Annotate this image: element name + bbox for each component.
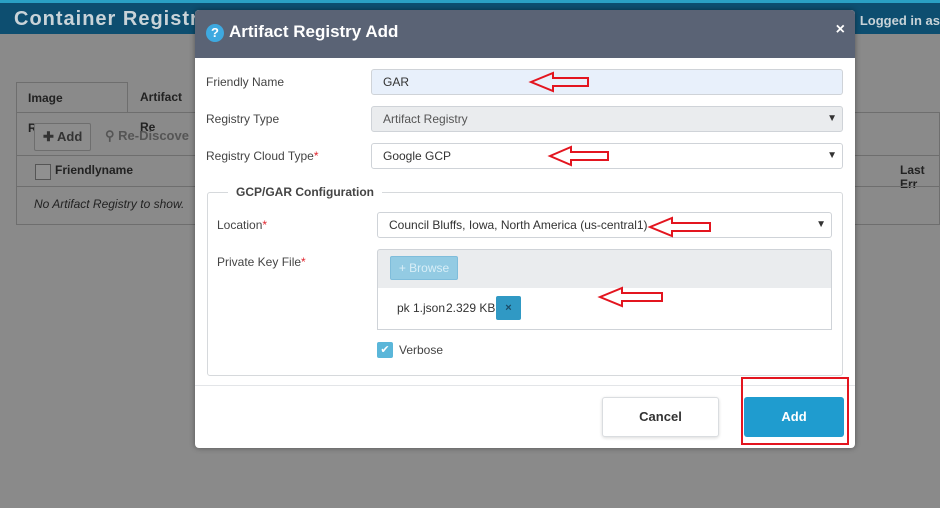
required-marker: *	[313, 149, 319, 163]
private-key-file-label-text: Private Key File	[217, 255, 302, 269]
chevron-down-icon: ▼	[827, 113, 837, 124]
add-registry-button[interactable]: ✚ Add	[34, 123, 92, 151]
dialog-header: ? Artifact Registry Add ×	[195, 10, 855, 58]
uploaded-file-list: pk 1.json 2.329 KB ×	[377, 288, 832, 330]
section-legend: GCP/GAR Configuration	[228, 185, 382, 199]
remove-file-button[interactable]: ×	[496, 296, 521, 320]
column-header-friendlyname: Friendlyname	[55, 163, 134, 177]
registry-type-value: Artifact Registry	[383, 112, 468, 126]
verbose-label: Verbose	[399, 343, 444, 357]
registry-cloud-type-label-text: Registry Cloud Type	[206, 149, 314, 163]
registry-cloud-type-select[interactable]: Google GCP ▼	[371, 143, 843, 169]
private-key-file-label: Private Key File*	[217, 255, 306, 269]
highlight-box	[741, 377, 849, 445]
location-label-text: Location	[217, 218, 263, 232]
registry-type-label: Registry Type	[206, 112, 280, 126]
registry-cloud-type-label: Registry Cloud Type*	[206, 149, 319, 163]
file-upload-toolbar: + Browse	[377, 249, 832, 289]
verbose-checkbox[interactable]: ✔	[377, 342, 393, 358]
select-all-checkbox[interactable]	[35, 164, 51, 180]
binoculars-icon: ⚲	[105, 128, 119, 143]
friendly-name-label: Friendly Name	[206, 75, 285, 89]
close-icon[interactable]: ×	[836, 21, 845, 39]
required-marker: *	[301, 255, 306, 269]
friendly-name-input[interactable]: GAR	[371, 69, 843, 95]
chevron-down-icon: ▼	[816, 219, 826, 230]
user-status: Logged in as	[859, 13, 940, 28]
location-label: Location*	[217, 218, 267, 232]
registry-cloud-type-value: Google GCP	[383, 149, 452, 163]
friendly-name-value: GAR	[383, 75, 410, 89]
location-value: Council Bluffs, Iowa, North America (us-…	[389, 218, 648, 232]
empty-table-message: No Artifact Registry to show.	[34, 197, 185, 211]
tab-image-registries[interactable]: Image Registries	[16, 82, 128, 135]
registry-type-select[interactable]: Artifact Registry ▼	[371, 106, 843, 132]
file-size: 2.329 KB	[446, 301, 496, 315]
required-marker: *	[262, 218, 268, 232]
add-registry-label: Add	[57, 129, 83, 144]
rediscover-label: Re-Discove	[118, 128, 189, 143]
app-title: Container Registr	[14, 8, 199, 30]
chevron-down-icon: ▼	[827, 150, 837, 161]
location-select[interactable]: Council Bluffs, Iowa, North America (us-…	[377, 212, 832, 238]
cancel-button[interactable]: Cancel	[602, 397, 719, 437]
tab-artifact-registries[interactable]: Artifact Re	[129, 82, 193, 134]
plus-icon: ✚	[43, 129, 58, 144]
rediscover-button[interactable]: ⚲ Re-Discove	[97, 123, 197, 149]
dialog-title: Artifact Registry Add	[229, 22, 399, 41]
file-name: pk 1.json	[397, 301, 446, 315]
browse-button[interactable]: + Browse	[390, 256, 458, 280]
help-icon[interactable]: ?	[206, 24, 224, 42]
